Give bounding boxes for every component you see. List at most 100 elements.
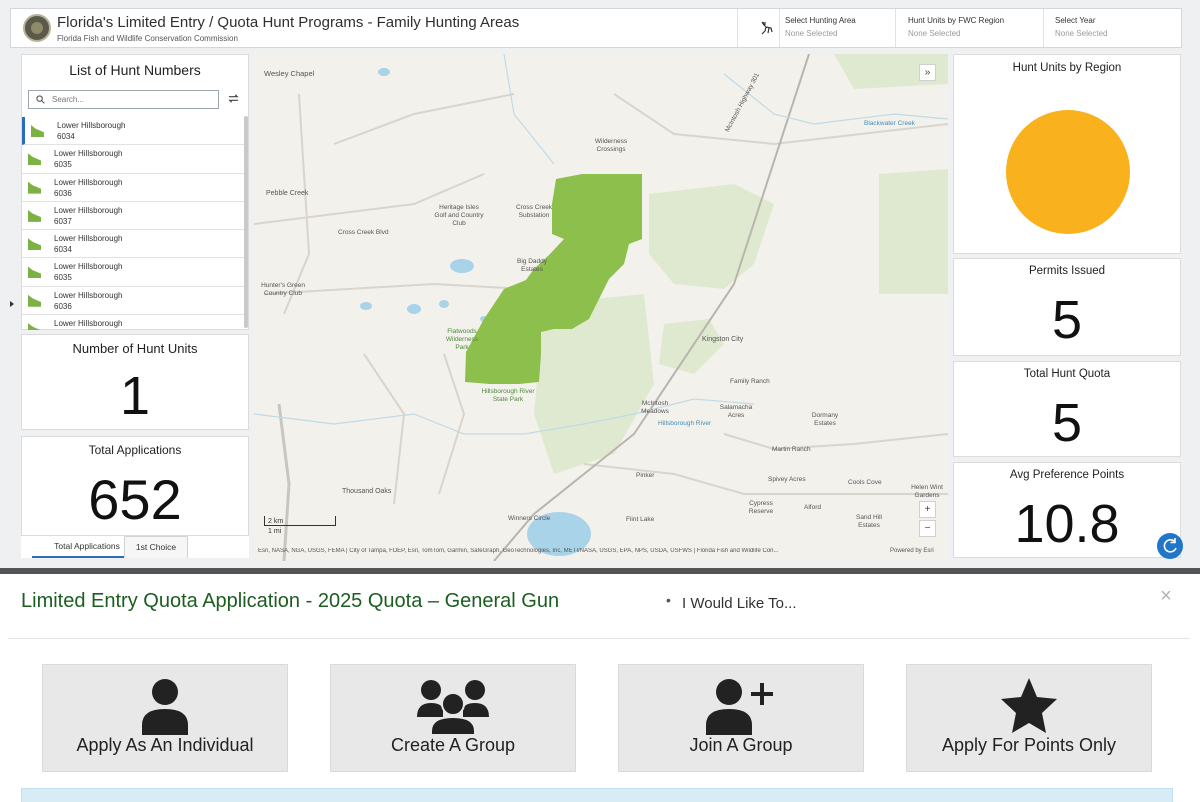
interstate-line <box>277 403 291 561</box>
map-label: Thousand Oaks <box>342 488 392 495</box>
deer-icon <box>761 21 773 35</box>
hunt-units-value: 1 <box>119 366 151 426</box>
map-label: Wilderness Crossings <box>594 138 628 153</box>
search-icon <box>36 95 45 104</box>
map-label: Big Daddy Estates <box>517 258 547 273</box>
map-label: Hillsborough River State Park <box>481 388 535 403</box>
app-subtitle: Florida Fish and Wildlife Conservation C… <box>57 34 238 43</box>
hunt-name: Lower Hillsborough <box>54 149 123 159</box>
hunt-list-title: List of Hunt Numbers <box>69 62 201 78</box>
map-label: McIntosh Meadows <box>641 400 669 415</box>
permits-issued-card: Permits Issued 5 <box>953 258 1181 356</box>
select-year-label: Select Year <box>1055 16 1096 25</box>
hunt-name: Lower Hillsborough <box>54 177 123 187</box>
avg-preference-points-value: 10.8 <box>1014 494 1120 554</box>
zoom-in-button[interactable]: + <box>919 501 936 518</box>
list-item[interactable]: Lower Hillsborough 6036 <box>22 174 247 202</box>
hunt-list: Lower Hillsborough 6034 Lower Hillsborou… <box>22 117 247 330</box>
list-item[interactable]: Lower Hillsborough 6034 <box>22 117 247 146</box>
quota-application-panel: Limited Entry Quota Application - 2025 Q… <box>0 574 1200 802</box>
close-button[interactable]: × <box>1156 586 1176 606</box>
map-label: Sand Hill Estates <box>855 514 882 529</box>
map-label: Wesley Chapel <box>264 69 315 78</box>
hunt-number: 6034 <box>54 245 72 255</box>
total-hunt-quota-value: 5 <box>1051 393 1083 453</box>
search-input[interactable] <box>52 93 212 106</box>
region-pie-slice[interactable] <box>1006 110 1130 234</box>
fwc-logo <box>23 14 51 42</box>
permits-issued-value: 5 <box>1051 290 1083 350</box>
refresh-button[interactable] <box>1157 533 1183 559</box>
search-box[interactable] <box>28 90 219 109</box>
list-item[interactable]: Lower Hillsborough 6037 <box>22 202 247 231</box>
map-label: Flatwoods Wilderness Park <box>445 328 479 351</box>
zoom-out-button[interactable]: − <box>919 520 936 537</box>
hunt-name: Lower Hillsborough <box>57 121 126 130</box>
select-fwc-region-value: None Selected <box>908 29 961 38</box>
map-label: Dormany Estates <box>811 412 839 427</box>
map-label: Helen Wint Gardens <box>911 484 943 499</box>
map-label: Alford <box>804 504 821 511</box>
create-group-button[interactable]: Create A Group <box>330 664 576 772</box>
map-label: Cross Creek Substation <box>515 204 553 219</box>
list-scrollbar[interactable] <box>244 116 248 328</box>
region-chart-card: Hunt Units by Region <box>953 54 1181 254</box>
hunt-area-swatch-icon <box>28 209 41 222</box>
hunt-name: Lower Hillsborough <box>54 262 123 272</box>
map-label: Winners Circle <box>508 515 551 522</box>
map-label: Cools Cove <box>848 479 882 486</box>
hunt-area-swatch-icon <box>28 323 41 330</box>
list-item[interactable]: Lower Hillsborough 6034 <box>22 230 247 259</box>
create-group-label: Create A Group <box>390 735 516 755</box>
list-item[interactable]: Lower Hillsborough 6035 <box>22 145 247 174</box>
list-item[interactable]: Lower Hillsborough 6035 <box>22 258 247 287</box>
sort-icon[interactable] <box>228 93 239 104</box>
hunt-area-swatch-icon <box>28 181 41 194</box>
header-divider <box>737 9 738 47</box>
apply-individual-button[interactable]: Apply As An Individual <box>42 664 288 772</box>
scale-km-label: 2 km <box>268 518 284 525</box>
map-label: Cypress Reserve <box>748 500 774 515</box>
collapse-sidebar-icon[interactable] <box>10 301 14 307</box>
hunt-area-swatch-icon <box>28 153 41 166</box>
select-year-dropdown[interactable]: Select Year None Selected <box>1055 16 1107 42</box>
join-group-button[interactable]: Join A Group <box>618 664 864 772</box>
hunt-number: 6034 <box>57 132 75 141</box>
select-hunting-area-dropdown[interactable]: Select Hunting Area None Selected <box>785 16 856 42</box>
application-prompt: I Would Like To... <box>682 595 797 612</box>
map-label: Kingston City <box>702 336 744 343</box>
hunt-area-swatch-icon <box>28 266 41 279</box>
dashboard: Florida's Limited Entry / Quota Hunt Pro… <box>0 0 1200 572</box>
total-hunt-quota-label: Total Hunt Quota <box>1023 368 1111 380</box>
header-divider <box>895 9 896 47</box>
hunt-units-card: Number of Hunt Units 1 <box>21 334 249 430</box>
hunt-number: 6036 <box>54 301 72 311</box>
map-label: Martin Ranch <box>772 446 811 453</box>
map-basemap <box>254 54 948 561</box>
scale-mi-label: 1 mi <box>268 528 282 535</box>
total-applications-label: Total Applications <box>88 443 182 457</box>
application-heading: Limited Entry Quota Application - 2025 Q… <box>21 590 560 612</box>
hunt-name: Lower Hillsborough <box>54 319 123 329</box>
list-item[interactable]: Lower Hillsborough 6036 <box>22 287 247 316</box>
select-hunting-area-value: None Selected <box>785 29 838 38</box>
person-plus-icon <box>706 679 773 735</box>
select-fwc-region-dropdown[interactable]: Hunt Units by FWC Region None Selected <box>908 16 1004 42</box>
map-label: Hunter's Green Country Club <box>261 282 305 297</box>
total-hunt-quota-card: Total Hunt Quota 5 <box>953 361 1181 457</box>
hunt-number: 6037 <box>54 216 72 226</box>
header-divider <box>779 9 780 47</box>
tab-1st-choice[interactable]: 1st Choice <box>124 536 188 558</box>
hunt-number: 6036 <box>54 188 72 198</box>
apply-points-only-button[interactable]: Apply For Points Only <box>906 664 1152 772</box>
hunt-units-label: Number of Hunt Units <box>72 341 198 356</box>
powered-by-esri[interactable]: Powered by Esri <box>890 548 934 554</box>
list-item[interactable]: Lower Hillsborough <box>22 315 247 330</box>
map-label: Blackwater Creek <box>864 120 915 127</box>
collapse-map-icon[interactable]: » <box>919 64 936 81</box>
apply-individual-label: Apply As An Individual <box>76 735 254 755</box>
total-applications-card: Total Applications 652 <box>21 436 249 536</box>
map-label: Cross Creek Blvd <box>338 229 389 236</box>
hunt-area-map[interactable]: Wesley Chapel Pebble Creek Heritage Isle… <box>254 54 948 561</box>
hunt-name: Lower Hillsborough <box>54 205 123 215</box>
